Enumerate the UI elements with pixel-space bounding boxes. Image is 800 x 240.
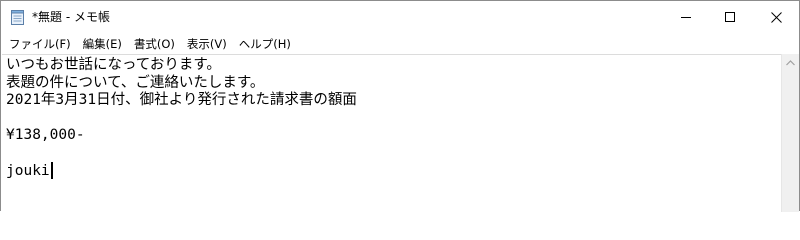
close-icon — [770, 11, 782, 23]
text-caret — [50, 162, 53, 179]
menu-file[interactable]: ファイル(F) — [3, 34, 77, 54]
close-button[interactable] — [753, 1, 799, 33]
menu-help[interactable]: ヘルプ(H) — [233, 34, 297, 54]
editor-line-text: jouki — [6, 163, 50, 179]
editor-line-last: jouki — [6, 162, 357, 181]
notepad-window: *無題 - メモ帳 ファイル(F) 編集(E) 書式(O) 表示(V) ヘルプ(… — [0, 0, 800, 212]
menu-edit[interactable]: 編集(E) — [77, 34, 128, 54]
menu-format[interactable]: 書式(O) — [128, 34, 181, 54]
window-title: *無題 - メモ帳 — [32, 10, 110, 24]
minimize-icon — [681, 17, 691, 18]
notepad-icon[interactable] — [11, 10, 24, 25]
title-bar[interactable]: *無題 - メモ帳 — [1, 1, 799, 33]
text-editor[interactable]: いつもお世話になっております。 表題の件について、ご連絡いたします。 2021年3月… — [2, 54, 781, 212]
scroll-up-button[interactable] — [782, 54, 799, 71]
vertical-scrollbar[interactable] — [781, 54, 799, 212]
scroll-up-arrow-icon — [786, 59, 795, 65]
editor-text[interactable]: いつもお世話になっております。 表題の件について、ご連絡いたします。 2021年3月… — [6, 57, 357, 181]
editor-line: ​ — [6, 145, 357, 163]
editor-line: ​ — [6, 110, 357, 128]
editor-line: 表題の件について、ご連絡いたします。 — [6, 74, 265, 91]
editor-line: 2021年3月31日付、御社より発行された請求書の額面 — [6, 92, 357, 108]
maximize-button[interactable] — [707, 1, 753, 33]
editor-line: いつもお世話になっております。 — [6, 57, 221, 73]
maximize-icon — [725, 12, 735, 22]
menu-bar: ファイル(F) 編集(E) 書式(O) 表示(V) ヘルプ(H) — [1, 33, 799, 54]
minimize-button[interactable] — [663, 1, 709, 33]
menu-view[interactable]: 表示(V) — [181, 34, 233, 54]
editor-line: ¥138,000- — [6, 127, 85, 143]
